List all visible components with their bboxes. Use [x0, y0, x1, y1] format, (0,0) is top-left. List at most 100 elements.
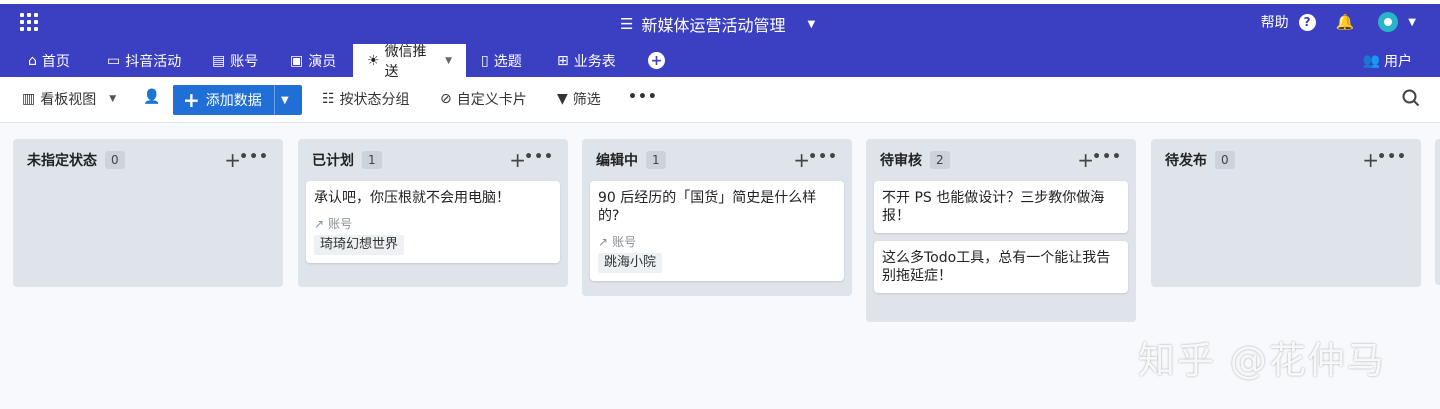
kanban-column-unassigned: 未指定状态 0 + ••• [13, 139, 283, 287]
tab-home[interactable]: ⌂ 首页 [28, 44, 70, 77]
tab-wechat-push[interactable]: ☀ 微信推送 ▼ [353, 44, 466, 80]
collaborators-icon[interactable]: 👤 [143, 89, 160, 105]
group-by-button[interactable]: ☷ 按状态分组 [322, 89, 410, 109]
toolbar: ▥ 看板视图 ▼ 👤 + 添加数据 ▼ ☷ 按状态分组 ⊘ 自定义卡片 ▼ 筛选… [0, 77, 1440, 123]
table-icon: ⊞ [557, 52, 569, 69]
add-tab-icon[interactable]: + [648, 52, 665, 69]
laptop-icon: ▭ [107, 52, 121, 69]
custom-card-button[interactable]: ⊘ 自定义卡片 [440, 89, 527, 109]
card-field: ↗ 账号 [314, 215, 552, 233]
view-label: 看板视图 [40, 92, 97, 108]
users-label: 用户 [1384, 53, 1412, 70]
card-title: 承认吧，你压根就不会用电脑！ [314, 190, 510, 206]
search-icon[interactable] [1402, 89, 1420, 111]
top-right-actions: 帮助 ? 🔔 ▼ [1261, 12, 1416, 32]
add-data-label: 添加数据 [205, 93, 262, 109]
tab-label: 抖音活动 [125, 53, 182, 70]
help-icon[interactable]: ? [1298, 13, 1316, 31]
column-title: 待审核 [880, 153, 922, 169]
column-count: 2 [930, 151, 950, 169]
chevron-down-icon[interactable]: ▼ [445, 56, 452, 66]
view-switcher[interactable]: ▥ 看板视图 ▼ [22, 89, 116, 109]
tab-business-table[interactable]: ⊞ 业务表 [557, 44, 616, 77]
plus-icon: + [183, 88, 200, 112]
column-count: 0 [105, 151, 125, 169]
tab-douyin[interactable]: ▭ 抖音活动 [107, 44, 181, 77]
column-header: 编辑中 1 + ••• [582, 139, 852, 181]
chevron-down-icon[interactable]: ▼ [807, 19, 815, 30]
tab-label: 账号 [230, 53, 259, 70]
tab-label: 微信推送 [384, 43, 427, 80]
link-arrow-icon: ↗ [314, 217, 325, 231]
column-header: 已计划 1 + ••• [298, 139, 568, 181]
chevron-down-icon[interactable]: ▼ [1408, 17, 1416, 28]
help-label[interactable]: 帮助 [1261, 12, 1289, 32]
filter-icon: ▼ [557, 91, 568, 107]
filter-label: 筛选 [572, 92, 601, 108]
more-icon[interactable]: ••• [808, 149, 838, 165]
avatar[interactable] [1378, 12, 1399, 32]
more-icon[interactable]: ••• [524, 149, 554, 165]
card-title: 90 后经历的「国货」简史是什么样的? [598, 190, 817, 224]
app-title-text: 新媒体运营活动管理 [641, 16, 786, 35]
column-header: 未指定状态 0 + ••• [13, 139, 283, 181]
divider [274, 85, 275, 115]
lightbulb-icon: ☀ [367, 52, 380, 69]
list-icon: ☰ [620, 15, 634, 33]
apps-grid-icon[interactable] [20, 13, 38, 31]
app-title[interactable]: ☰ 新媒体运营活动管理 ▼ [620, 12, 815, 36]
tab-label: 业务表 [573, 53, 616, 70]
custom-card-label: 自定义卡片 [456, 92, 527, 108]
kanban-icon: ▥ [22, 91, 36, 107]
column-header: 待发布 0 + ••• [1151, 139, 1421, 181]
kanban-card[interactable]: 不开 PS 也能做设计？三步教你做海报！ [874, 181, 1128, 233]
users-button[interactable]: 👥 用户 [1363, 44, 1412, 77]
column-header: 待审核 2 + ••• [866, 139, 1136, 181]
tab-actors[interactable]: ▣ 演员 [290, 44, 336, 77]
field-label: 账号 [612, 235, 637, 249]
kanban-card[interactable]: 90 后经历的「国货」简史是什么样的? ↗ 账号 跳海小院 [590, 181, 844, 281]
tab-label: 选题 [493, 53, 522, 70]
filter-button[interactable]: ▼ 筛选 [557, 89, 601, 109]
bell-icon[interactable]: 🔔 [1336, 13, 1355, 31]
column-title: 待发布 [1165, 153, 1207, 169]
more-icon[interactable]: ••• [628, 89, 658, 105]
kanban-card[interactable]: 这么多Todo工具，总有一个能让我告别拖延症！ [874, 241, 1128, 293]
column-title: 未指定状态 [27, 153, 97, 169]
people-icon: 👤 [143, 89, 161, 105]
tab-accounts[interactable]: ▤ 账号 [212, 44, 258, 77]
kanban-card[interactable]: 承认吧，你压根就不会用电脑！ ↗ 账号 琦琦幻想世界 [306, 181, 560, 263]
kanban-column-planned: 已计划 1 + ••• 承认吧，你压根就不会用电脑！ ↗ 账号 琦琦幻想世界 [298, 139, 568, 287]
more-icon[interactable]: ••• [1092, 149, 1122, 165]
top-bar: ☰ 新媒体运营活动管理 ▼ 帮助 ? 🔔 ▼ [0, 0, 1440, 44]
card-title: 这么多Todo工具，总有一个能让我告别拖延症！ [882, 250, 1111, 284]
account-tag[interactable]: 跳海小院 [598, 253, 663, 273]
column-title: 编辑中 [596, 153, 638, 169]
tab-label: 首页 [41, 53, 70, 70]
tab-topics[interactable]: ▯ 选题 [481, 44, 522, 77]
list-icon: ☷ [322, 91, 335, 107]
chevron-down-icon[interactable]: ▼ [281, 95, 289, 106]
tab-bar: ⌂ 首页 ▭ 抖音活动 ▤ 账号 ▣ 演员 ☀ 微信推送 ▼ ▯ 选题 ⊞ 业务… [0, 44, 1440, 80]
contact-card-icon: ▣ [290, 52, 304, 69]
column-count: 1 [362, 151, 382, 169]
kanban-column-to-publish: 待发布 0 + ••• [1151, 139, 1421, 287]
column-count: 0 [1215, 151, 1235, 169]
card-field: ↗ 账号 [598, 233, 836, 251]
account-tag[interactable]: 琦琦幻想世界 [314, 235, 405, 255]
more-icon[interactable]: ••• [239, 149, 269, 165]
chevron-down-icon: ▼ [109, 94, 117, 104]
watermark: 知乎 @花仲马 [1138, 339, 1386, 382]
kanban-column-review: 待审核 2 + ••• 不开 PS 也能做设计？三步教你做海报！ 这么多Todo… [866, 139, 1136, 322]
users-icon: 👥 [1362, 52, 1380, 69]
add-data-button[interactable]: + 添加数据 ▼ [173, 85, 302, 115]
form-icon: ▤ [212, 52, 226, 69]
tab-label: 演员 [308, 53, 337, 70]
card-title: 不开 PS 也能做设计？三步教你做海报！ [882, 190, 1105, 224]
column-title: 已计划 [312, 153, 354, 169]
kanban-column-partial [1435, 139, 1440, 285]
column-count: 1 [646, 151, 666, 169]
field-label: 账号 [328, 217, 353, 231]
home-icon: ⌂ [28, 52, 37, 69]
more-icon[interactable]: ••• [1377, 149, 1407, 165]
